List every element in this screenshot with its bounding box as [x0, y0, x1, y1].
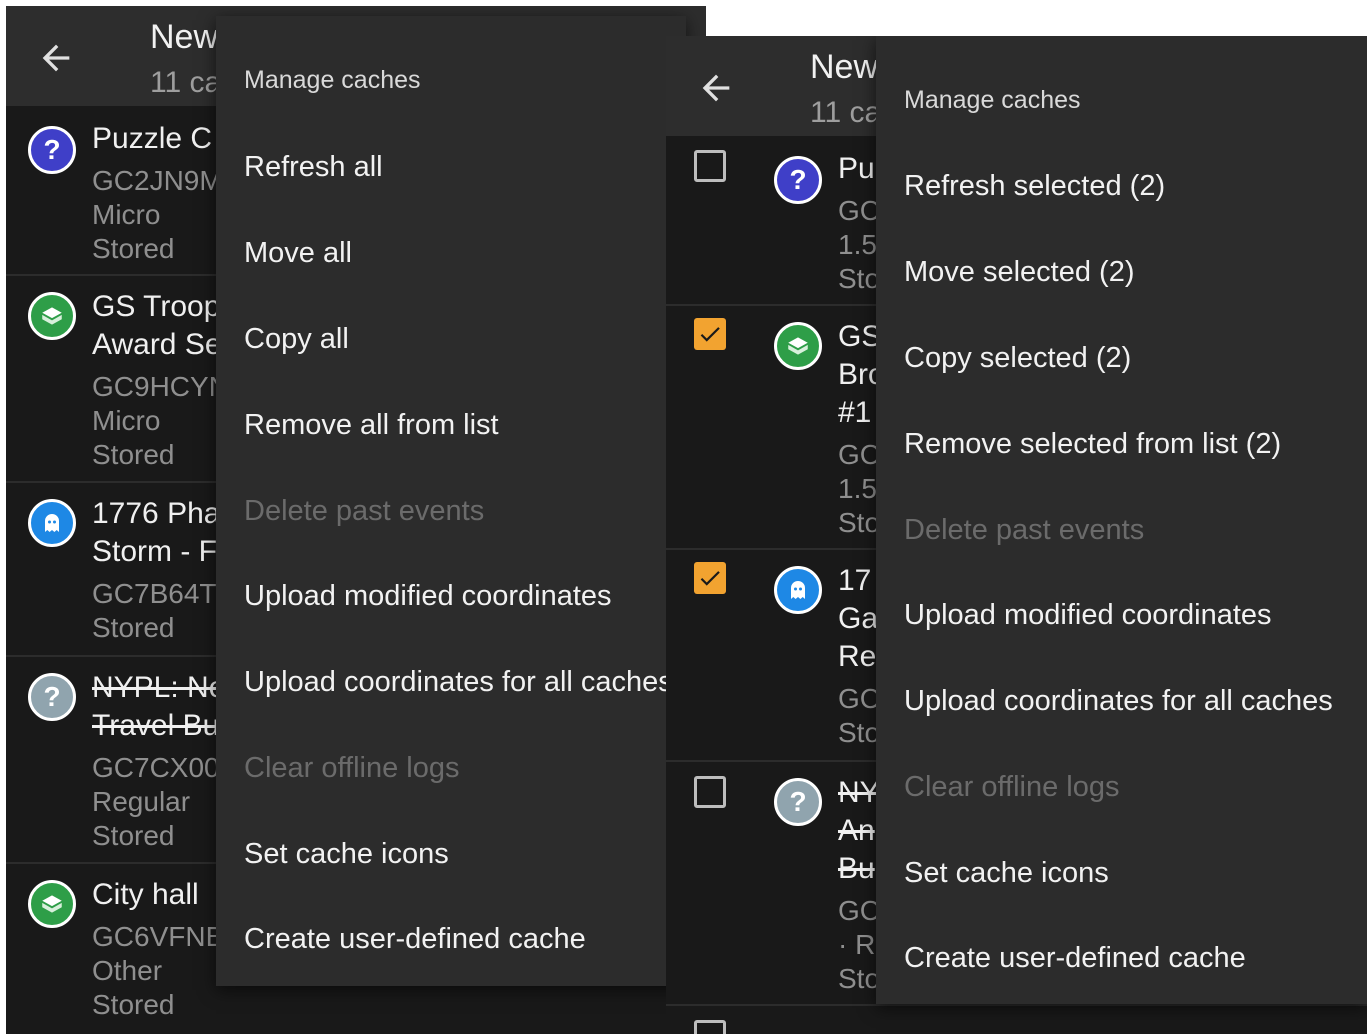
cache-name: Puzzle C — [92, 122, 213, 155]
select-checkbox[interactable] — [694, 318, 726, 350]
select-checkbox[interactable] — [694, 1020, 726, 1034]
select-checkbox[interactable] — [694, 150, 726, 182]
menu-item-copy-selected[interactable]: Copy selected (2) — [904, 342, 1367, 375]
list-item[interactable] — [666, 1006, 1367, 1034]
cache-code: GC6VFNB — [92, 921, 225, 952]
manage-caches-menu: Manage caches Refresh selected (2) Move … — [876, 36, 1367, 1004]
select-checkbox[interactable] — [694, 776, 726, 808]
cache-name: #1 — [838, 396, 872, 429]
menu-item-upload-all-coordinates[interactable]: Upload coordinates for all caches — [244, 666, 686, 699]
cache-name: Bu — [838, 852, 875, 885]
menu-item-upload-modified-coordinates[interactable]: Upload modified coordinates — [904, 599, 1367, 632]
menu-item-create-user-defined-cache[interactable]: Create user-defined cache — [244, 923, 686, 956]
menu-item-delete-past-events: Delete past events — [904, 514, 1145, 546]
cache-status: Stored — [92, 820, 175, 851]
question-mark-icon: ? — [774, 778, 822, 826]
cache-status: Sto — [838, 963, 881, 994]
cache-name: 17 — [838, 564, 872, 597]
ghost-icon — [774, 566, 822, 614]
cache-status: Sto — [838, 507, 881, 538]
cache-name: Storm - F — [92, 535, 217, 568]
menu-item-refresh-all[interactable]: Refresh all — [244, 151, 686, 184]
cache-code: GC — [838, 683, 880, 714]
menu-item-upload-modified-coordinates[interactable]: Upload modified coordinates — [244, 580, 686, 613]
cache-name: NY — [838, 776, 880, 809]
cache-type: Other — [92, 955, 163, 986]
checkmark-icon — [700, 571, 720, 586]
cache-code: GC — [838, 895, 880, 926]
menu-item-copy-all[interactable]: Copy all — [244, 323, 686, 356]
select-checkbox[interactable] — [694, 562, 726, 594]
cache-status: Sto — [838, 717, 881, 748]
menu-item-refresh-selected[interactable]: Refresh selected (2) — [904, 170, 1367, 203]
cache-count: 11 ca — [810, 96, 882, 129]
question-mark-icon: ? — [28, 673, 76, 721]
question-mark-icon: ? — [774, 156, 822, 204]
cache-code: GC9HCYN — [92, 371, 229, 402]
cache-name: 1776 Pha — [92, 497, 221, 530]
menu-item-delete-past-events: Delete past events — [244, 495, 485, 527]
box-icon — [774, 322, 822, 370]
menu-item-set-cache-icons[interactable]: Set cache icons — [244, 838, 686, 871]
arrow-left-icon[interactable] — [696, 68, 736, 108]
cache-name: Pu — [838, 152, 875, 185]
box-icon — [28, 880, 76, 928]
cache-status: Stored — [92, 989, 175, 1020]
list-title: New — [150, 18, 219, 56]
menu-item-move-selected[interactable]: Move selected (2) — [904, 256, 1367, 289]
cache-code: GC7CX00 — [92, 752, 220, 783]
cache-status: Sto — [838, 263, 881, 294]
cache-rating: 1.5 — [838, 473, 877, 504]
checkmark-icon — [700, 327, 720, 342]
menu-item-clear-offline-logs: Clear offline logs — [244, 752, 460, 784]
menu-item-remove-selected[interactable]: Remove selected from list (2) — [904, 428, 1367, 461]
cache-name: NYPL: Ne — [92, 671, 226, 704]
cache-name: Travel Bu — [92, 709, 220, 742]
screenshot-all-caches-menu: New 11 ca ? Puzzle C GC2JN9M Micro Store… — [6, 6, 706, 1034]
cache-code: GC — [838, 195, 880, 226]
cache-size: Regular — [92, 786, 191, 817]
ghost-icon — [28, 499, 76, 547]
cache-name: City hall — [92, 878, 199, 911]
cache-code: GC7B64T — [92, 578, 217, 609]
cache-name: Ga — [838, 602, 879, 635]
cache-status: Stored — [92, 233, 175, 264]
manage-caches-menu: Manage caches Refresh all Move all Copy … — [216, 16, 686, 986]
cache-name: GS — [838, 320, 882, 353]
cache-code: GC — [838, 439, 880, 470]
menu-item-create-user-defined-cache[interactable]: Create user-defined cache — [904, 942, 1367, 975]
screenshot-selected-caches-menu: New 11 ca ? Pu GC 1.5 Sto GS Bro #1 GC 1… — [666, 36, 1367, 1034]
question-mark-icon: ? — [28, 126, 76, 174]
menu-item-set-cache-icons[interactable]: Set cache icons — [904, 857, 1367, 890]
menu-item-move-all[interactable]: Move all — [244, 237, 686, 270]
menu-header: Manage caches — [244, 66, 421, 94]
cache-size: Micro — [92, 199, 161, 230]
cache-name: Award Se — [92, 328, 222, 361]
cache-code: GC2JN9M — [92, 165, 223, 196]
cache-size: Micro — [92, 405, 161, 436]
menu-item-remove-all[interactable]: Remove all from list — [244, 409, 686, 442]
arrow-left-icon[interactable] — [36, 38, 76, 78]
cache-status: Stored — [92, 612, 175, 643]
cache-name: GS Troop — [92, 290, 221, 323]
list-title: New — [810, 48, 879, 86]
box-icon — [28, 292, 76, 340]
cache-name: Re — [838, 640, 877, 673]
cache-status: Stored — [92, 439, 175, 470]
cache-count: 11 ca — [150, 66, 222, 99]
menu-header: Manage caches — [904, 86, 1081, 114]
cache-rating: 1.5 — [838, 229, 877, 260]
menu-item-upload-all-coordinates[interactable]: Upload coordinates for all caches — [904, 685, 1367, 718]
cache-name: An — [838, 814, 875, 847]
menu-item-clear-offline-logs: Clear offline logs — [904, 771, 1120, 803]
